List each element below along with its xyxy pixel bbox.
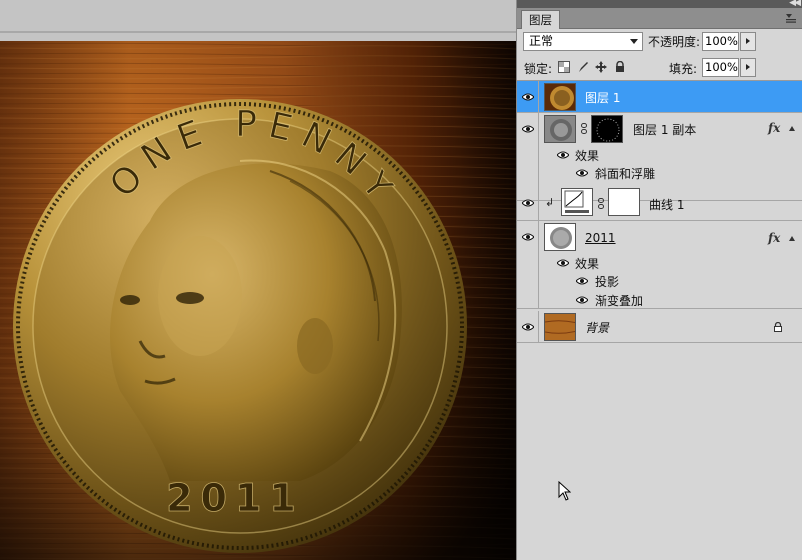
eye-icon <box>522 323 534 331</box>
panel-top-bar: ◀◀ <box>517 0 802 8</box>
effect-item[interactable]: 斜面和浮雕 <box>539 164 802 182</box>
panel-menu-icon[interactable] <box>785 12 797 24</box>
lock-row: 锁定: 填充: 100% <box>517 57 802 80</box>
layer-name: 2011 <box>585 231 616 245</box>
layer-name: 曲线 1 <box>649 198 685 212</box>
lock-icon <box>774 322 782 332</box>
layer-thumbnail <box>544 115 576 143</box>
canvas-top-strip <box>0 0 516 33</box>
collapse-icon[interactable]: ◀◀ <box>789 0 801 8</box>
clipping-arrow-icon: ↲ <box>545 196 555 209</box>
visibility-toggle[interactable] <box>517 311 539 342</box>
layer-thumbnail <box>544 223 576 251</box>
effects-group: 效果 <box>539 254 802 272</box>
visibility-toggle[interactable] <box>517 81 539 112</box>
chevron-right-icon <box>746 38 750 44</box>
document-canvas[interactable]: ONE PENNY 2011 <box>0 41 516 560</box>
eye-icon <box>522 125 534 133</box>
fill-label: 填充: <box>669 62 698 76</box>
lock-position-icon[interactable] <box>595 61 607 73</box>
layer-mask-thumbnail[interactable] <box>591 115 623 143</box>
lock-pixels-icon[interactable] <box>577 61 589 73</box>
lock-transparent-icon[interactable] <box>558 61 570 73</box>
layer-name: 图层 1 副本 <box>633 123 697 137</box>
chain-icon[interactable] <box>581 123 587 134</box>
blend-mode-select[interactable]: 正常 <box>523 32 643 51</box>
layer-thumbnail <box>544 83 576 111</box>
cursor-arrow-icon <box>558 481 571 501</box>
effect-item[interactable]: 投影 <box>539 272 802 290</box>
coin-artwork: ONE PENNY 2011 <box>0 41 516 560</box>
effects-label: 效果 <box>575 149 600 163</box>
visibility-toggle[interactable] <box>517 221 539 308</box>
adjustment-thumbnail[interactable] <box>561 188 593 216</box>
expand-effects-icon[interactable] <box>789 236 795 241</box>
panel-tab-bar: 图层 <box>517 8 802 29</box>
coin-year-text: 2011 <box>166 476 304 520</box>
expand-effects-icon[interactable] <box>789 126 795 131</box>
layer-mask-thumbnail[interactable] <box>608 188 640 216</box>
fill-input[interactable]: 100% <box>702 58 739 77</box>
lock-label: 锁定: <box>524 62 553 76</box>
layer-row[interactable]: 背景 <box>517 311 802 343</box>
blend-mode-value: 正常 <box>529 34 554 48</box>
opacity-input[interactable]: 100% <box>702 32 739 51</box>
chain-icon[interactable] <box>598 198 604 209</box>
canvas-edge <box>0 33 516 41</box>
fx-icon[interactable]: fx <box>768 121 780 135</box>
eye-icon <box>522 233 534 241</box>
effect-label: 渐变叠加 <box>595 294 644 308</box>
eye-icon <box>522 93 534 101</box>
tab-layers[interactable]: 图层 <box>521 10 560 29</box>
eye-icon <box>522 199 534 207</box>
chevron-right-icon <box>746 64 750 70</box>
photoshop-window: ONE PENNY 2011 ◀◀ 图层 正常 不透明度: 100% 锁定: 填… <box>0 0 802 560</box>
eye-icon[interactable] <box>576 169 588 177</box>
eye-icon[interactable] <box>557 151 569 159</box>
layer-name: 图层 1 <box>585 91 621 105</box>
canvas-area: ONE PENNY 2011 <box>0 0 516 560</box>
effect-label: 斜面和浮雕 <box>595 167 656 181</box>
opacity-label: 不透明度: <box>648 35 701 49</box>
layer-thumbnail <box>544 313 576 341</box>
blend-row: 正常 不透明度: 100% <box>517 29 802 57</box>
effects-label: 效果 <box>575 257 600 271</box>
effect-item[interactable]: 渐变叠加 <box>539 291 802 309</box>
eye-icon[interactable] <box>576 277 588 285</box>
chevron-down-icon <box>630 39 638 44</box>
layer-row[interactable]: 2011 fx 效果 投影 渐变叠加 <box>517 221 802 309</box>
layers-panel: ◀◀ 图层 正常 不透明度: 100% 锁定: 填充: 100% 图层 1 图层… <box>516 0 802 560</box>
layer-name: 背景 <box>585 321 610 335</box>
opacity-slider-button[interactable] <box>740 32 756 51</box>
effect-label: 投影 <box>595 275 620 289</box>
eye-icon[interactable] <box>557 259 569 267</box>
layer-row[interactable]: ↲ 曲线 1 <box>517 185 802 221</box>
fill-slider-button[interactable] <box>740 58 756 77</box>
effects-group: 效果 <box>539 146 802 164</box>
layer-row[interactable]: 图层 1 <box>517 81 802 113</box>
lock-all-icon[interactable] <box>614 61 626 73</box>
eye-icon[interactable] <box>576 296 588 304</box>
fx-icon[interactable]: fx <box>768 231 780 245</box>
visibility-toggle[interactable] <box>517 185 539 220</box>
